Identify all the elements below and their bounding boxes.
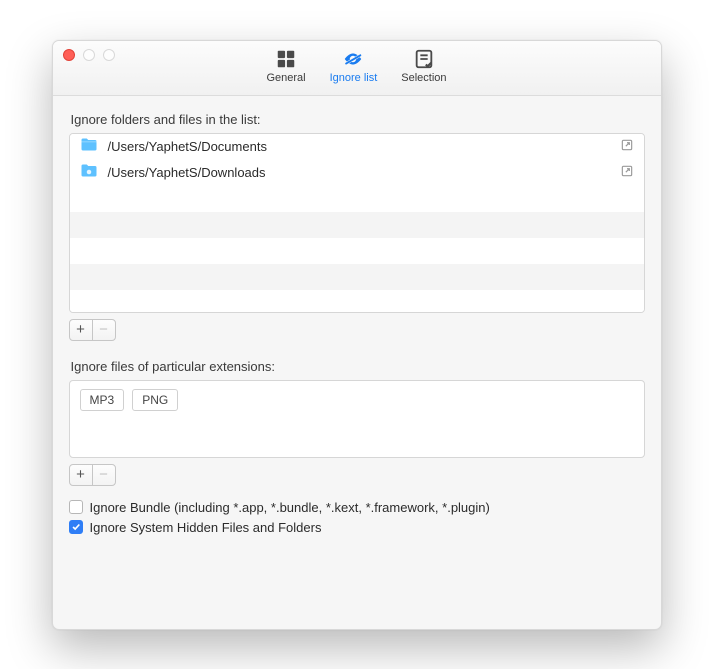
tab-label: Selection: [401, 72, 446, 84]
empty-row: [70, 238, 644, 264]
tab-label: General: [266, 72, 305, 84]
checkbox-icon: [69, 520, 83, 534]
checkbox-icon: [69, 500, 83, 514]
folder-path: /Users/YaphetS/Documents: [108, 139, 610, 154]
tab-general[interactable]: General: [256, 45, 315, 88]
minus-icon: −: [99, 467, 108, 482]
ignore-bundle-option[interactable]: Ignore Bundle (including *.app, *.bundle…: [69, 500, 645, 515]
extension-tag[interactable]: PNG: [132, 389, 178, 411]
tab-ignore-list[interactable]: Ignore list: [320, 45, 388, 88]
extensions-add-remove: + −: [69, 464, 645, 486]
preferences-window: General Ignore list Selection Ignore fol…: [52, 40, 662, 630]
eye-off-icon: [340, 47, 366, 71]
empty-row: [70, 212, 644, 238]
empty-row: [70, 264, 644, 290]
reveal-in-finder-icon[interactable]: [620, 164, 634, 181]
plus-icon: +: [76, 322, 85, 337]
window-controls: [63, 49, 115, 61]
plus-icon: +: [76, 467, 85, 482]
checklist-icon: [411, 47, 437, 71]
folders-label: Ignore folders and files in the list:: [71, 112, 645, 127]
remove-extension-button[interactable]: −: [92, 464, 116, 486]
folder-icon: [80, 163, 98, 181]
add-folder-button[interactable]: +: [69, 319, 93, 341]
empty-row: [70, 186, 644, 212]
content-area: Ignore folders and files in the list: /U…: [53, 96, 661, 629]
empty-row: [70, 290, 644, 313]
reveal-in-finder-icon[interactable]: [620, 138, 634, 155]
zoom-window-button[interactable]: [103, 49, 115, 61]
checkbox-label: Ignore System Hidden Files and Folders: [90, 520, 322, 535]
options: Ignore Bundle (including *.app, *.bundle…: [69, 500, 645, 535]
extensions-label: Ignore files of particular extensions:: [71, 359, 645, 374]
minus-icon: −: [99, 322, 108, 337]
close-window-button[interactable]: [63, 49, 75, 61]
grid-icon: [273, 47, 299, 71]
folder-path: /Users/YaphetS/Downloads: [108, 165, 610, 180]
list-item[interactable]: /Users/YaphetS/Downloads: [70, 160, 644, 186]
titlebar: General Ignore list Selection: [53, 41, 661, 96]
folders-add-remove: + −: [69, 319, 645, 341]
remove-folder-button[interactable]: −: [92, 319, 116, 341]
tab-selection[interactable]: Selection: [391, 45, 456, 88]
ignore-folders-list[interactable]: /Users/YaphetS/Documents /Users/YaphetS/…: [69, 133, 645, 313]
checkbox-label: Ignore Bundle (including *.app, *.bundle…: [90, 500, 490, 515]
folder-icon: [80, 137, 98, 155]
list-item[interactable]: /Users/YaphetS/Documents: [70, 134, 644, 160]
tab-label: Ignore list: [330, 72, 378, 84]
ignore-extensions-list[interactable]: MP3 PNG: [69, 380, 645, 458]
minimize-window-button[interactable]: [83, 49, 95, 61]
extension-tag[interactable]: MP3: [80, 389, 125, 411]
toolbar: General Ignore list Selection: [256, 41, 456, 88]
add-extension-button[interactable]: +: [69, 464, 93, 486]
ignore-hidden-option[interactable]: Ignore System Hidden Files and Folders: [69, 520, 645, 535]
